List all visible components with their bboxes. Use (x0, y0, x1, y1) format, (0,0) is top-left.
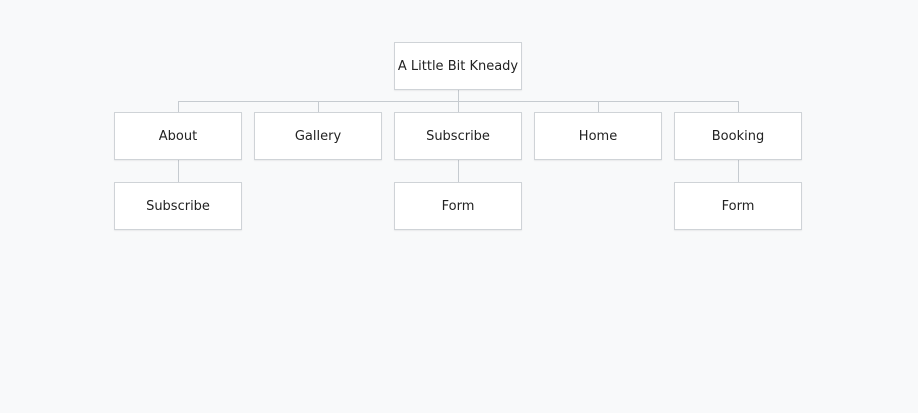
node-root-label: A Little Bit Kneady (397, 58, 519, 74)
connector-booking (738, 101, 739, 112)
node-booking-form-label: Form (721, 198, 755, 214)
node-about-subscribe[interactable]: Subscribe (114, 182, 242, 230)
node-about-label: About (158, 128, 198, 144)
node-booking[interactable]: Booking (674, 112, 802, 160)
connector-home (598, 101, 599, 112)
sitemap-diagram: A Little Bit Kneady About Gallery Subscr… (0, 0, 918, 413)
node-subscribe-form-label: Form (441, 198, 475, 214)
connector-gallery (318, 101, 319, 112)
node-subscribe[interactable]: Subscribe (394, 112, 522, 160)
node-home-label: Home (578, 128, 618, 144)
node-subscribe-label: Subscribe (426, 128, 490, 144)
node-booking-form[interactable]: Form (674, 182, 802, 230)
node-root[interactable]: A Little Bit Kneady (394, 42, 522, 90)
connector-about (178, 101, 179, 112)
connector-about-child (178, 160, 179, 182)
node-booking-label: Booking (711, 128, 765, 144)
node-subscribe-form[interactable]: Form (394, 182, 522, 230)
node-about[interactable]: About (114, 112, 242, 160)
connector-booking-child (738, 160, 739, 182)
node-about-subscribe-label: Subscribe (146, 198, 210, 214)
connector-subscribe-child (458, 160, 459, 182)
node-gallery[interactable]: Gallery (254, 112, 382, 160)
node-home[interactable]: Home (534, 112, 662, 160)
node-gallery-label: Gallery (294, 128, 342, 144)
connector-subscribe (458, 101, 459, 112)
